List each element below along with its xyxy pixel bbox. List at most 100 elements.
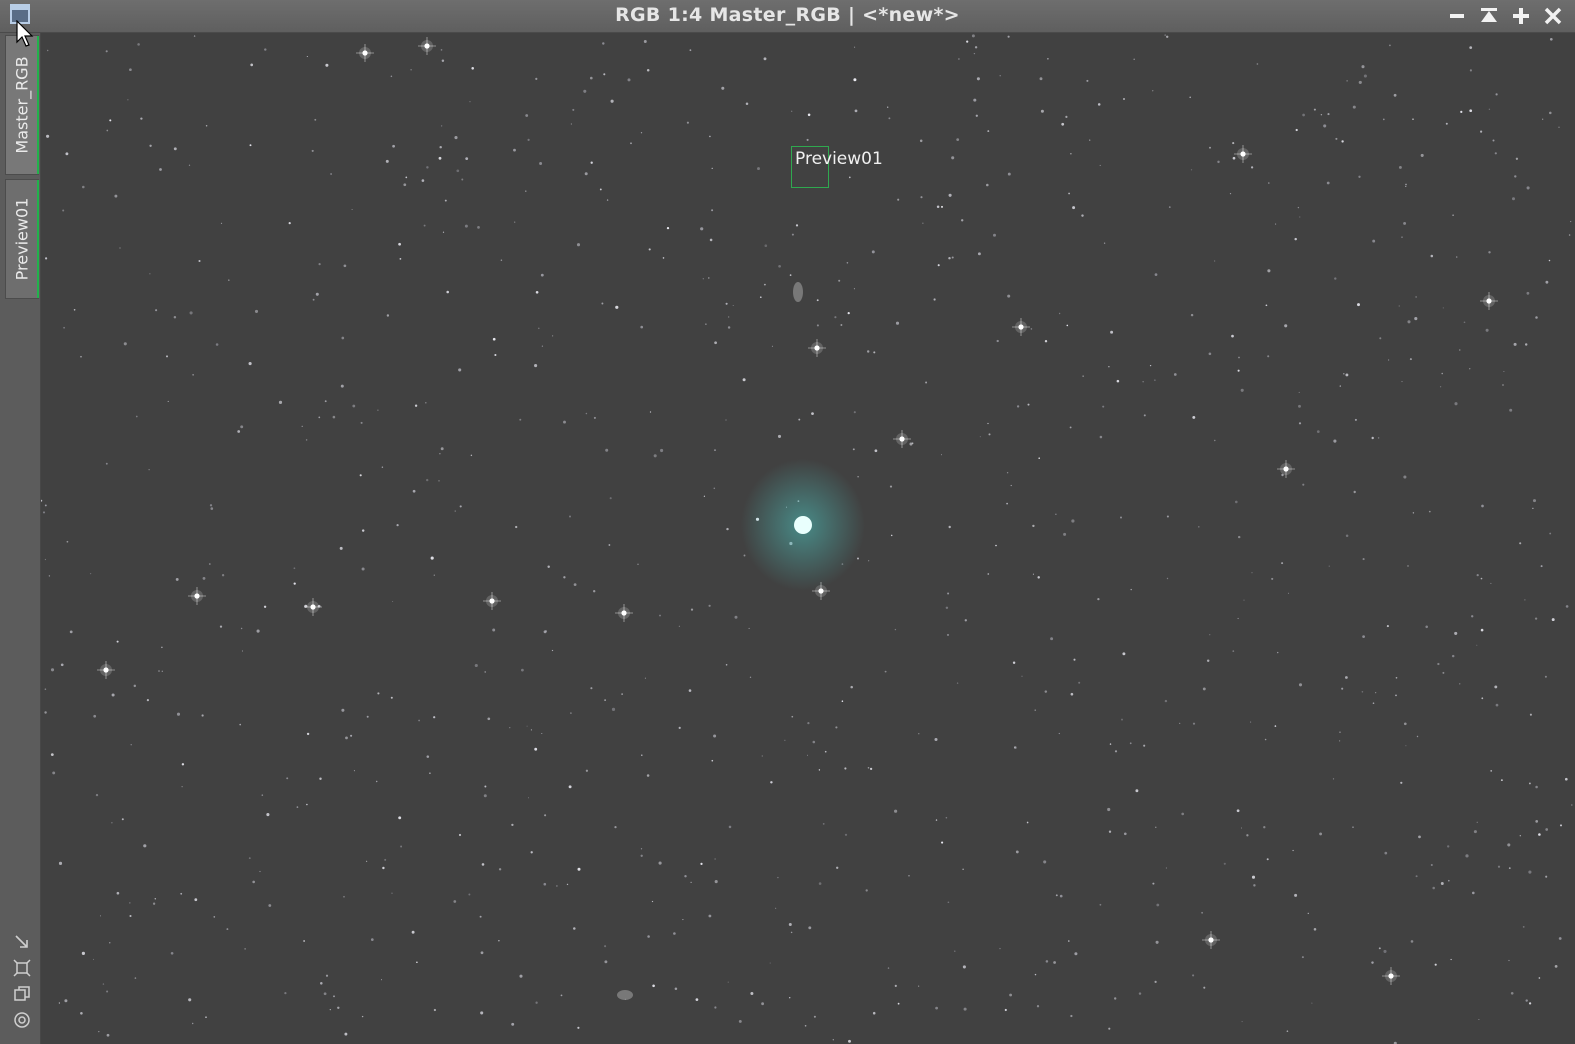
star [530,729,532,731]
star [239,723,241,726]
star [986,183,989,187]
star [382,866,385,870]
star [149,273,151,275]
star [1528,782,1531,785]
star [343,895,345,898]
star [484,785,487,788]
star [1074,952,1078,956]
star [527,138,530,142]
title-bar[interactable]: RGB 1:4 Master_RGB | <*new*> [0,0,1575,33]
star [1459,349,1461,351]
star [1070,1014,1073,1018]
star [948,256,951,260]
target-icon[interactable] [12,1010,32,1030]
minimize-icon[interactable] [1447,6,1467,26]
star [798,418,801,421]
star [1343,372,1345,375]
bright-star [1486,298,1492,304]
star [535,290,539,294]
star [403,183,407,187]
star [1345,676,1348,679]
star [1341,687,1344,690]
star [874,449,878,453]
close-icon[interactable] [1543,6,1563,26]
star [114,194,118,198]
star [361,567,365,571]
star [219,625,223,628]
star [1535,785,1538,789]
star [763,57,767,61]
view-sidebar: Master_RGB Preview01 [0,33,41,1044]
star [573,927,576,930]
star [116,640,119,643]
star [1383,949,1387,953]
star [690,881,692,884]
star [1217,160,1220,164]
tab-master-rgb[interactable]: Master_RGB [5,35,39,175]
star [1334,277,1337,280]
star [813,1015,816,1018]
bright-star [1208,937,1214,943]
maximize-icon[interactable] [1511,6,1531,26]
star [1055,894,1058,897]
window-title: RGB 1:4 Master_RGB | <*new*> [615,4,960,26]
star [894,984,897,987]
star [66,540,69,543]
star [1213,260,1216,262]
star [1313,928,1317,931]
star [1437,662,1440,666]
star [1442,307,1444,309]
star [1034,709,1036,711]
star [286,777,289,780]
star [678,726,681,730]
star [1476,821,1478,823]
tab-preview01[interactable]: Preview01 [5,179,39,299]
star [1156,903,1160,907]
star [249,144,252,147]
star [296,806,299,808]
star [1237,369,1240,372]
star [556,885,558,887]
star [127,99,129,101]
star [979,436,981,438]
star [1403,722,1407,726]
star [1454,402,1458,406]
star [1209,634,1211,636]
star [105,462,108,465]
star [268,904,272,907]
star [1425,625,1428,629]
star [1535,820,1539,823]
star [841,700,844,702]
star [806,754,809,756]
star [686,121,689,124]
star [538,327,540,330]
star [711,167,713,170]
bright-star [424,43,430,49]
star [1414,317,1418,321]
star [1469,109,1473,113]
star [1323,124,1327,128]
resize-icon[interactable] [12,932,32,952]
star [198,259,201,263]
star [1267,269,1271,273]
star [1409,358,1412,361]
image-viewport[interactable]: Preview01 [41,33,1575,1044]
clone-icon[interactable] [12,984,32,1004]
star [469,101,471,103]
fit-view-icon[interactable] [12,958,32,978]
star [399,258,402,260]
star [1072,206,1076,210]
star [1190,169,1193,171]
bright-star [194,593,200,599]
star [494,353,497,357]
star [1232,650,1235,652]
star [1298,422,1302,425]
star [1514,175,1517,178]
star [1430,863,1433,867]
shade-icon[interactable] [1479,6,1499,26]
star [1129,742,1132,745]
star [1455,256,1458,258]
star [547,565,550,568]
star [857,475,859,478]
star [1488,251,1491,254]
